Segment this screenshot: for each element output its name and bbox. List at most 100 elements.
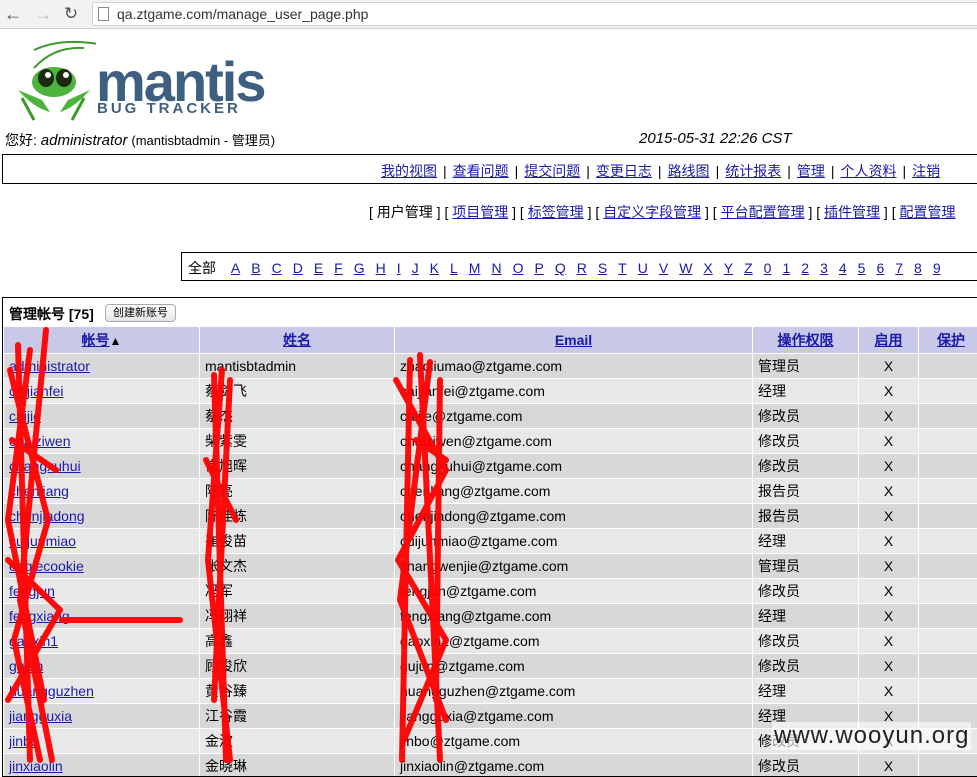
cell-enabled: X	[859, 504, 919, 529]
submenu-projects[interactable]: 项目管理	[452, 204, 508, 220]
col-header-access-level[interactable]: 操作权限	[753, 327, 859, 354]
filter-letter-q[interactable]: Q	[555, 260, 566, 276]
filter-letter-d[interactable]: D	[293, 260, 303, 276]
filter-letter-o[interactable]: O	[513, 260, 524, 276]
filter-letter-j[interactable]: J	[412, 260, 419, 276]
cell-username[interactable]: gujun	[4, 654, 200, 679]
submenu-tags[interactable]: 标签管理	[528, 204, 584, 220]
cell-username[interactable]: jinxiaolin	[4, 754, 200, 777]
filter-letter-9[interactable]: 9	[933, 260, 941, 276]
filter-letter-a[interactable]: A	[231, 260, 240, 276]
filter-all[interactable]: 全部	[188, 258, 216, 278]
filter-letter-c[interactable]: C	[272, 260, 282, 276]
logged-in-realname: (mantisbtadmin - 管理员)	[131, 133, 275, 148]
cell-username[interactable]: chenjiadong	[4, 504, 200, 529]
menu-my-view[interactable]: 我的视图	[381, 163, 437, 179]
filter-letter-5[interactable]: 5	[858, 260, 866, 276]
cell-protected	[919, 604, 977, 629]
submenu-custom-fields[interactable]: 自定义字段管理	[603, 204, 701, 220]
cell-email: chenjiadong@ztgame.com	[395, 504, 753, 529]
filter-letter-p[interactable]: P	[534, 260, 543, 276]
filter-letter-e[interactable]: E	[314, 260, 323, 276]
cell-username[interactable]: cuijunmiao	[4, 529, 200, 554]
filter-letter-l[interactable]: L	[450, 260, 458, 276]
table-row: chenliang陈亮chenliang@ztgame.com报告员X	[4, 479, 977, 504]
menu-roadmap[interactable]: 路线图	[668, 163, 710, 179]
cell-enabled: X	[859, 404, 919, 429]
cell-realname: 柴紫雯	[200, 429, 395, 454]
cell-username[interactable]: gaoxin1	[4, 629, 200, 654]
cell-username[interactable]: fengxiang	[4, 604, 200, 629]
address-bar[interactable]: qa.ztgame.com/manage_user_page.php	[92, 2, 977, 26]
back-arrow-icon[interactable]: ←	[3, 4, 23, 24]
user-count: [75]	[69, 306, 94, 322]
filter-letter-i[interactable]: I	[397, 260, 401, 276]
filter-letter-b[interactable]: B	[251, 260, 260, 276]
cell-username[interactable]: administrator	[4, 354, 200, 379]
col-header-enabled[interactable]: 启用	[859, 327, 919, 354]
menu-view-issues[interactable]: 查看问题	[453, 163, 509, 179]
cell-username[interactable]: huangguzhen	[4, 679, 200, 704]
create-user-button[interactable]: 创建新账号	[105, 304, 176, 322]
filter-letter-v[interactable]: V	[659, 260, 668, 276]
table-row: jinxiaolin金晓琳jinxiaolin@ztgame.com修改员X	[4, 754, 977, 777]
filter-letter-w[interactable]: W	[679, 260, 692, 276]
filter-letter-u[interactable]: U	[638, 260, 648, 276]
reload-icon[interactable]: ↻	[61, 4, 81, 24]
filter-letter-x[interactable]: X	[703, 260, 712, 276]
page-icon	[98, 7, 109, 21]
cell-access: 经理	[753, 604, 859, 629]
col-header-protected[interactable]: 保护	[919, 327, 977, 354]
submenu-plugins[interactable]: 插件管理	[824, 204, 880, 220]
cell-access: 管理员	[753, 354, 859, 379]
cell-access: 报告员	[753, 479, 859, 504]
cell-username[interactable]: caijianfei	[4, 379, 200, 404]
col-header-email[interactable]: Email	[395, 327, 753, 354]
filter-letter-2[interactable]: 2	[801, 260, 809, 276]
col-header-realname[interactable]: 姓名	[200, 327, 395, 354]
filter-letter-n[interactable]: N	[491, 260, 501, 276]
filter-letter-h[interactable]: H	[376, 260, 386, 276]
table-row: fengjun冯军fengjun@ztgame.com修改员X	[4, 579, 977, 604]
col-header-username[interactable]: 帐号▲	[4, 327, 200, 354]
menu-summary[interactable]: 统计报表	[725, 163, 781, 179]
menu-logout[interactable]: 注销	[912, 163, 940, 179]
cell-username[interactable]: chaiziwen	[4, 429, 200, 454]
filter-letter-r[interactable]: R	[577, 260, 587, 276]
menu-report-issue[interactable]: 提交问题	[524, 163, 580, 179]
forward-arrow-icon[interactable]: →	[33, 4, 53, 24]
menu-changelog[interactable]: 变更日志	[596, 163, 652, 179]
filter-letter-0[interactable]: 0	[764, 260, 772, 276]
url-text[interactable]: qa.ztgame.com/manage_user_page.php	[117, 6, 368, 22]
cell-enabled: X	[859, 604, 919, 629]
cell-username[interactable]: changxuhui	[4, 454, 200, 479]
filter-letter-f[interactable]: F	[334, 260, 343, 276]
filter-letter-4[interactable]: 4	[839, 260, 847, 276]
filter-letter-s[interactable]: S	[598, 260, 607, 276]
filter-letter-y[interactable]: Y	[724, 260, 733, 276]
cell-username[interactable]: fengjun	[4, 579, 200, 604]
cell-protected	[919, 454, 977, 479]
cell-username[interactable]: jinbo	[4, 729, 200, 754]
cell-username[interactable]: jiangguxia	[4, 704, 200, 729]
filter-letter-g[interactable]: G	[354, 260, 365, 276]
cell-username[interactable]: eaglecookie	[4, 554, 200, 579]
filter-letter-6[interactable]: 6	[876, 260, 884, 276]
submenu-config[interactable]: 配置管理	[900, 204, 956, 220]
filter-letter-t[interactable]: T	[618, 260, 627, 276]
cell-username[interactable]: caijie	[4, 404, 200, 429]
filter-letter-m[interactable]: M	[469, 260, 481, 276]
filter-letter-8[interactable]: 8	[914, 260, 922, 276]
submenu-global-profiles[interactable]: 平台配置管理	[721, 204, 805, 220]
menu-manage[interactable]: 管理	[797, 163, 825, 179]
filter-letter-1[interactable]: 1	[782, 260, 790, 276]
filter-letter-7[interactable]: 7	[895, 260, 903, 276]
filter-letter-k[interactable]: K	[430, 260, 439, 276]
filter-letter-z[interactable]: Z	[744, 260, 753, 276]
menu-my-account[interactable]: 个人资料	[840, 163, 896, 179]
filter-letter-3[interactable]: 3	[820, 260, 828, 276]
cell-realname: mantisbtadmin	[200, 354, 395, 379]
cell-email: chenliang@ztgame.com	[395, 479, 753, 504]
cell-username[interactable]: chenliang	[4, 479, 200, 504]
mantis-logo[interactable]: mantis BUG TRACKER	[4, 38, 244, 122]
